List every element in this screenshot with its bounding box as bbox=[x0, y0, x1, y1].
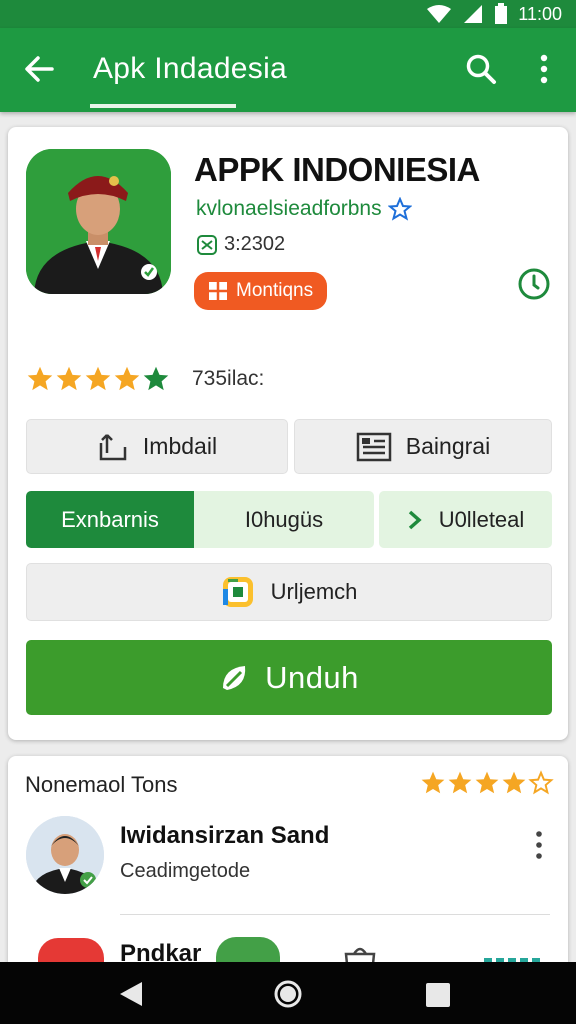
divider bbox=[120, 914, 550, 915]
segment-b[interactable]: I0hugüs bbox=[194, 491, 374, 548]
signal-icon bbox=[464, 5, 483, 23]
star-outline-icon bbox=[528, 770, 554, 795]
star-icon bbox=[448, 771, 472, 794]
grid-icon bbox=[209, 282, 227, 300]
star-icon bbox=[502, 771, 526, 794]
star-half-icon bbox=[143, 366, 169, 391]
app-icon-portrait bbox=[26, 149, 171, 294]
document-icon bbox=[356, 432, 392, 461]
more-vert-icon[interactable] bbox=[532, 828, 546, 862]
segmented-control: Exnbarnis I0hugüs bbox=[26, 491, 374, 548]
app-icon bbox=[26, 149, 171, 294]
reviews-stars bbox=[420, 770, 554, 796]
category-label: Montiqns bbox=[236, 280, 314, 301]
clock-icon[interactable] bbox=[517, 267, 551, 301]
rating-stars bbox=[26, 365, 170, 393]
app-bar-title: Apk Indadesia bbox=[93, 52, 288, 85]
app-detail-card: APPK INDONIESIA kvlonaelsieadforbns 3:23… bbox=[8, 127, 568, 740]
download-leaf-icon bbox=[223, 665, 246, 690]
nav-back-icon[interactable] bbox=[118, 980, 144, 1008]
star-icon bbox=[85, 366, 111, 391]
verified-star-icon bbox=[387, 197, 412, 221]
size-text: 3:2302 bbox=[224, 233, 286, 255]
share-icon bbox=[99, 433, 127, 460]
reviewer-subtitle: Ceadimgetode bbox=[120, 860, 251, 882]
search-icon[interactable] bbox=[464, 52, 498, 86]
rating-count: 735ilac: bbox=[192, 367, 265, 390]
rating-row: 735ilac: bbox=[26, 365, 264, 393]
status-icons: 11:00 bbox=[426, 3, 562, 25]
category-badge[interactable]: Montiqns bbox=[194, 272, 328, 310]
star-icon bbox=[475, 771, 499, 794]
next-button[interactable]: U0lleteal bbox=[379, 491, 552, 548]
back-arrow-icon[interactable] bbox=[22, 52, 56, 86]
more-vert-icon[interactable] bbox=[530, 52, 558, 86]
reviews-title: Nonemaol Tons bbox=[25, 772, 178, 797]
play-store-icon bbox=[222, 577, 253, 607]
star-icon bbox=[56, 366, 82, 391]
details-button[interactable]: Baingrai bbox=[294, 419, 552, 474]
details-label: Baingrai bbox=[405, 433, 491, 459]
segment-a[interactable]: Exnbarnis bbox=[26, 491, 194, 548]
share-button[interactable]: Imbdail bbox=[26, 419, 288, 474]
app-title: APPK INDONIESIA bbox=[194, 151, 480, 188]
battery-icon bbox=[495, 3, 508, 24]
status-time: 11:00 bbox=[518, 3, 562, 24]
status-bar: 11:00 bbox=[0, 0, 576, 28]
download-size-icon bbox=[197, 234, 217, 255]
download-button[interactable]: Unduh bbox=[26, 640, 552, 715]
developer-name[interactable]: kvlonaelsieadforbns bbox=[196, 197, 382, 221]
reviewer-name: Iwidansirzan Sand bbox=[120, 822, 330, 849]
system-nav-bar bbox=[0, 962, 576, 1024]
nav-recent-icon[interactable] bbox=[426, 983, 450, 1007]
star-icon bbox=[27, 366, 53, 391]
store-label: Urljemch bbox=[270, 579, 358, 604]
star-icon bbox=[114, 366, 140, 391]
share-label: Imbdail bbox=[142, 433, 218, 459]
store-button[interactable]: Urljemch bbox=[26, 563, 552, 621]
app-bar: Apk Indadesia bbox=[0, 28, 576, 112]
chevron-right-icon bbox=[408, 510, 422, 529]
size-row: 3:2302 bbox=[196, 233, 285, 256]
avatar[interactable] bbox=[26, 816, 104, 894]
avatar-portrait bbox=[26, 816, 104, 894]
developer-row[interactable]: kvlonaelsieadforbns bbox=[196, 197, 412, 221]
star-icon bbox=[421, 771, 445, 794]
next-label: U0lleteal bbox=[438, 506, 525, 532]
wifi-icon bbox=[427, 5, 452, 23]
nav-home-icon[interactable] bbox=[273, 979, 303, 1009]
download-label: Unduh bbox=[265, 659, 359, 695]
tab-indicator bbox=[90, 104, 236, 108]
